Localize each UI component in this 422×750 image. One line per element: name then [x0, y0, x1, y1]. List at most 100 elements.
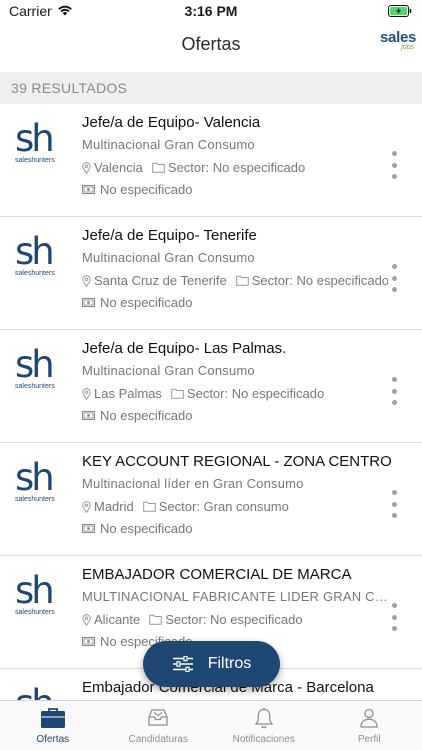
- more-dot: [391, 174, 397, 179]
- company-logo: sh saleshunters: [15, 569, 60, 618]
- status-bar: Carrier 3:16 PM: [0, 0, 422, 22]
- company-logo-name: saleshunters: [15, 496, 55, 503]
- more-dot: [391, 513, 397, 518]
- location-pin-icon: [82, 161, 91, 174]
- more-dot: [391, 501, 397, 507]
- offer-item[interactable]: sh saleshunters Jefe/a de Equipo- Teneri…: [0, 217, 422, 330]
- results-count-label: 39 RESULTADOS: [11, 80, 128, 96]
- company-logo-name: saleshunters: [15, 609, 55, 616]
- more-options-button[interactable]: [384, 264, 404, 292]
- tab-label: Candidaturas: [128, 734, 188, 745]
- offer-item[interactable]: sh saleshunters KEY ACCOUNT REGIONAL - Z…: [0, 443, 422, 556]
- folder-icon: [142, 501, 156, 512]
- company-logo-mark: sh: [15, 230, 55, 273]
- more-dot: [391, 377, 397, 382]
- location-pin-icon: [82, 500, 91, 513]
- more-dot: [391, 400, 397, 405]
- company-logo-name: saleshunters: [15, 157, 55, 164]
- location-pin-icon: [82, 387, 91, 400]
- location-pin-icon: [82, 613, 91, 626]
- offer-company: Multinacional Gran Consumo: [82, 250, 255, 265]
- banknote-icon: [82, 524, 95, 533]
- results-count-header: 39 RESULTADOS: [0, 72, 422, 104]
- more-dot: [391, 603, 397, 608]
- offer-location-text: Alicante: [94, 612, 141, 627]
- more-dot: [391, 264, 397, 269]
- more-options-button[interactable]: [384, 603, 404, 631]
- banknote-icon: [82, 411, 95, 420]
- filter-button[interactable]: Filtros: [143, 641, 280, 687]
- offer-location: Santa Cruz de Tenerife: [82, 273, 227, 288]
- more-options-button[interactable]: [384, 377, 404, 405]
- offer-company: MULTINACIONAL FABRICANTE LIDER GRAN CONS…: [82, 589, 390, 604]
- offer-meta: Santa Cruz de Tenerife Sector: No especi…: [82, 273, 388, 288]
- more-dot: [391, 151, 397, 156]
- location-pin-icon: [82, 274, 91, 287]
- offer-location: Madrid: [82, 499, 134, 514]
- banknote-icon: [82, 298, 95, 307]
- company-logo: sh saleshunters: [15, 456, 60, 505]
- offer-meta: Valencia Sector: No especificado: [82, 160, 388, 175]
- more-dot: [391, 614, 397, 620]
- offer-list[interactable]: sh saleshunters Jefe/a de Equipo- Valenc…: [0, 104, 422, 700]
- offer-location-text: Valencia: [94, 160, 143, 175]
- more-options-button[interactable]: [384, 151, 404, 179]
- more-dot: [391, 490, 397, 495]
- offer-sector: Sector: No especificado: [149, 612, 303, 627]
- offer-company: Multinacional líder en Gran Consumo: [82, 476, 304, 491]
- sliders-icon: [172, 656, 193, 672]
- company-logo-name: saleshunters: [15, 270, 55, 277]
- offer-sector-text: Sector: No especificado: [251, 273, 388, 288]
- more-dot: [391, 626, 397, 631]
- battery-icon: [388, 5, 412, 17]
- offer-sector-text: Sector: No especificado: [165, 612, 303, 627]
- filter-button-label: Filtros: [207, 655, 252, 672]
- company-logo-mark: sh: [15, 685, 60, 700]
- person-icon: [360, 708, 378, 728]
- banknote-icon: [82, 185, 95, 194]
- offer-item[interactable]: sh saleshunters Jefe/a de Equipo- Valenc…: [0, 104, 422, 217]
- company-logo-name: saleshunters: [15, 383, 55, 390]
- folder-icon: [171, 388, 184, 399]
- offer-company: Multinacional Gran Consumo: [82, 137, 255, 152]
- more-dot: [391, 388, 397, 394]
- offer-meta: Alicante Sector: No especificado: [82, 612, 388, 627]
- offer-meta: Las Palmas Sector: No especificado: [82, 386, 388, 401]
- offer-sector-text: Sector: No especificado: [186, 386, 325, 401]
- carrier-label: Carrier: [9, 3, 52, 19]
- tab-candidaturas[interactable]: Candidaturas: [106, 701, 212, 750]
- offer-location: Las Palmas: [82, 386, 162, 401]
- offer-sector-text: Sector: Gran consumo: [158, 499, 289, 514]
- offer-title: KEY ACCOUNT REGIONAL - ZONA CENTRO: [82, 453, 392, 470]
- offer-location: Alicante: [82, 612, 140, 627]
- offer-item[interactable]: sh saleshunters Jefe/a de Equipo- Las Pa…: [0, 330, 422, 443]
- offer-location: Valencia: [82, 160, 143, 175]
- page-title: Ofertas: [181, 33, 241, 54]
- offer-location-text: Madrid: [94, 499, 134, 514]
- tab-perfil[interactable]: Perfil: [317, 701, 422, 750]
- tab-ofertas[interactable]: Ofertas: [0, 701, 106, 750]
- folder-icon: [149, 614, 163, 625]
- offer-salary: No especificado: [82, 521, 193, 536]
- company-logo: sh saleshunters: [15, 117, 60, 166]
- offer-salary-text: No especificado: [100, 295, 193, 310]
- logo-text: sales: [380, 29, 417, 46]
- more-options-button[interactable]: [384, 490, 404, 518]
- company-logo-mark: sh: [15, 343, 55, 386]
- tab-notificaciones[interactable]: Notificaciones: [211, 701, 317, 750]
- tab-bar: Ofertas Candidaturas Notificaciones Perf…: [0, 700, 422, 750]
- tab-label: Perfil: [357, 734, 381, 745]
- company-logo-mark: sh: [15, 569, 55, 612]
- offer-title: EMBAJADOR COMERCIAL DE MARCA: [82, 566, 352, 583]
- tab-label: Notificaciones: [232, 734, 295, 745]
- inbox-icon: [148, 709, 168, 726]
- offer-location-text: Santa Cruz de Tenerife: [94, 273, 227, 288]
- company-logo-mark: sh: [15, 456, 55, 499]
- more-dot: [391, 162, 397, 168]
- company-logo: sh saleshunters: [15, 685, 60, 700]
- company-logo: sh saleshunters: [15, 230, 60, 279]
- nav-bar: Ofertas sales jobs: [0, 22, 422, 66]
- company-logo-mark: sh: [15, 117, 55, 160]
- folder-icon: [152, 162, 165, 173]
- offer-title: Jefe/a de Equipo- Tenerife: [82, 227, 257, 244]
